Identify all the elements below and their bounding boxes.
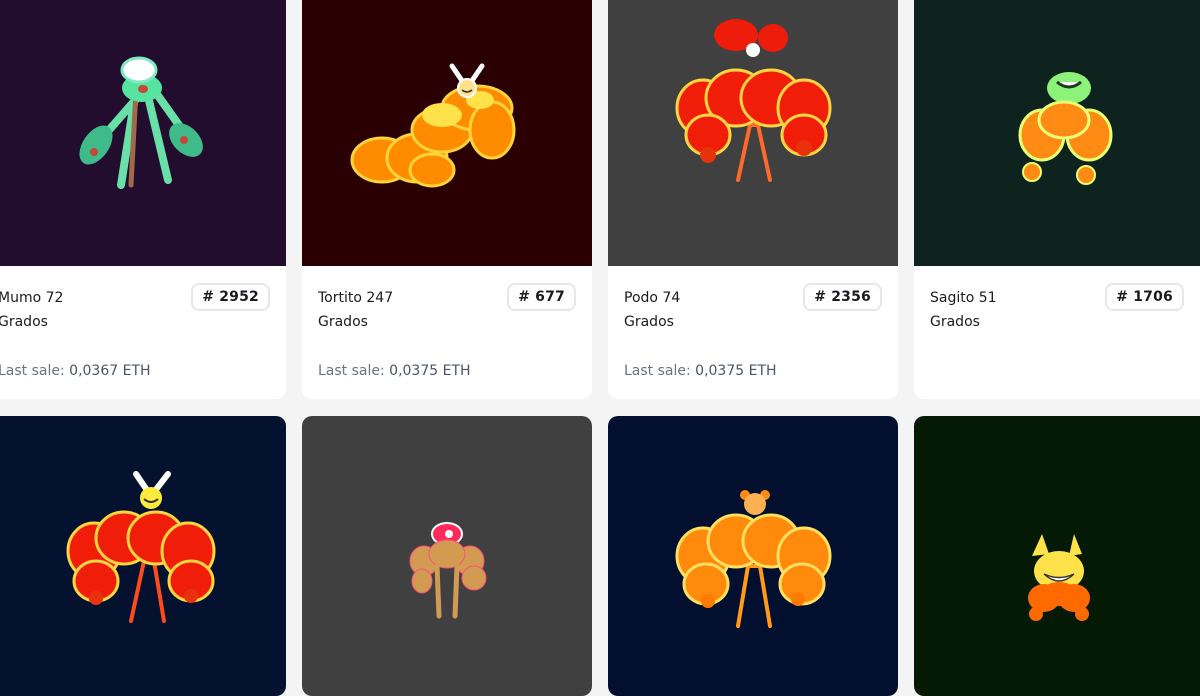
- last-sale-label: Last sale:: [0, 363, 65, 379]
- token-id-badge: # 2356: [803, 283, 882, 311]
- token-id-badge: # 1706: [1105, 283, 1184, 311]
- nft-collection: Grados: [624, 314, 674, 330]
- nft-title: Mumo 72 Grados: [0, 286, 63, 334]
- nft-card-mumo[interactable]: Mumo 72 Grados # 2952 Last sale: 0,0367 …: [0, 0, 286, 399]
- nft-artwork[interactable]: [914, 0, 1200, 266]
- last-sale-value: 0,0367 ETH: [69, 363, 151, 379]
- last-sale-label: Last sale:: [318, 363, 385, 379]
- last-sale: Last sale: 0,0367 ETH: [0, 363, 151, 379]
- last-sale-value: 0,0375 ETH: [695, 363, 777, 379]
- nft-name: Sagito 51: [930, 290, 997, 306]
- nft-name: Mumo 72: [0, 290, 64, 306]
- nft-collection: Grados: [930, 314, 980, 330]
- nft-card[interactable]: [0, 416, 286, 696]
- nft-card[interactable]: [608, 416, 898, 696]
- nft-artwork[interactable]: [0, 0, 286, 266]
- nft-name: Tortito 247: [318, 290, 394, 306]
- nft-card-podo[interactable]: Podo 74 Grados # 2356 Last sale: 0,0375 …: [608, 0, 898, 399]
- last-sale: Last sale: 0,0375 ETH: [624, 363, 777, 379]
- nft-artwork[interactable]: [302, 416, 592, 696]
- nft-title: Podo 74 Grados: [624, 286, 680, 334]
- last-sale: Last sale: 0,0375 ETH: [318, 363, 471, 379]
- nft-artwork[interactable]: [608, 416, 898, 696]
- nft-card-tortito[interactable]: Tortito 247 Grados # 677 Last sale: 0,03…: [302, 0, 592, 399]
- nft-collection: Grados: [0, 314, 48, 330]
- nft-card[interactable]: [302, 416, 592, 696]
- nft-name: Podo 74: [624, 290, 681, 306]
- nft-card[interactable]: [914, 416, 1200, 696]
- nft-artwork[interactable]: [608, 0, 898, 266]
- token-id-badge: # 2952: [191, 283, 270, 311]
- last-sale-label: Last sale:: [624, 363, 691, 379]
- nft-artwork[interactable]: [0, 416, 286, 696]
- nft-artwork[interactable]: [914, 416, 1200, 696]
- token-id-badge: # 677: [507, 283, 576, 311]
- nft-collection: Grados: [318, 314, 368, 330]
- nft-title: Tortito 247 Grados: [318, 286, 393, 334]
- nft-artwork[interactable]: [302, 0, 592, 266]
- nft-title: Sagito 51 Grados: [930, 286, 997, 334]
- nft-card-sagito[interactable]: Sagito 51 Grados # 1706: [914, 0, 1200, 399]
- last-sale-value: 0,0375 ETH: [389, 363, 471, 379]
